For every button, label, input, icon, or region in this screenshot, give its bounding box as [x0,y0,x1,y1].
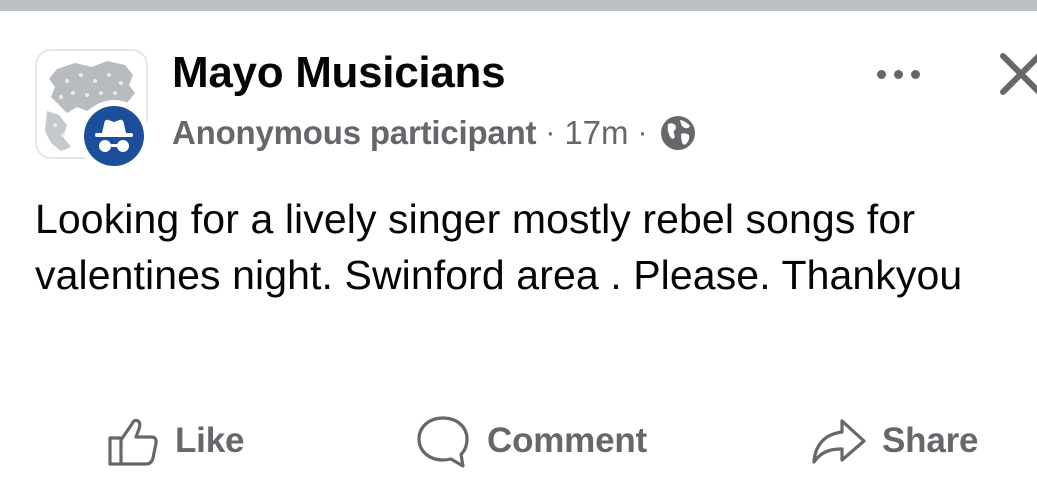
group-avatar-wrapper[interactable] [35,49,150,172]
thumbs-up-icon [108,418,158,466]
comment-bubble-icon [417,416,469,468]
share-button[interactable]: Share [810,406,978,476]
like-button[interactable]: Like [105,406,244,476]
comment-label: Comment [487,421,647,460]
share-label: Share [882,421,979,460]
close-icon [1000,53,1037,95]
anonymous-badge [78,100,150,172]
comment-button[interactable]: Comment [413,406,647,476]
incognito-icon [95,119,133,152]
feed-divider [0,0,1037,11]
more-dots-icon [876,69,886,79]
more-options-button[interactable] [866,59,930,89]
close-button[interactable] [995,49,1037,99]
post-timestamp[interactable]: 17m [564,114,628,152]
like-label: Like [175,421,245,460]
share-arrow-icon [812,419,866,464]
author-name[interactable]: Anonymous participant [172,114,537,152]
more-dots-icon [910,69,920,79]
meta-separator: · [637,116,648,149]
post-actions-bar: Like Comment Share [0,406,1037,476]
post-body-text: Looking for a lively singer mostly rebel… [35,196,963,298]
post-meta: Anonymous participant · 17m · [172,111,697,155]
group-name[interactable]: Mayo Musicians [172,48,506,98]
globe-icon[interactable] [659,114,697,152]
post-card: Mayo Musicians Anonymous participant · 1… [0,11,1037,500]
meta-separator: · [545,116,556,149]
more-dots-icon [893,69,903,79]
